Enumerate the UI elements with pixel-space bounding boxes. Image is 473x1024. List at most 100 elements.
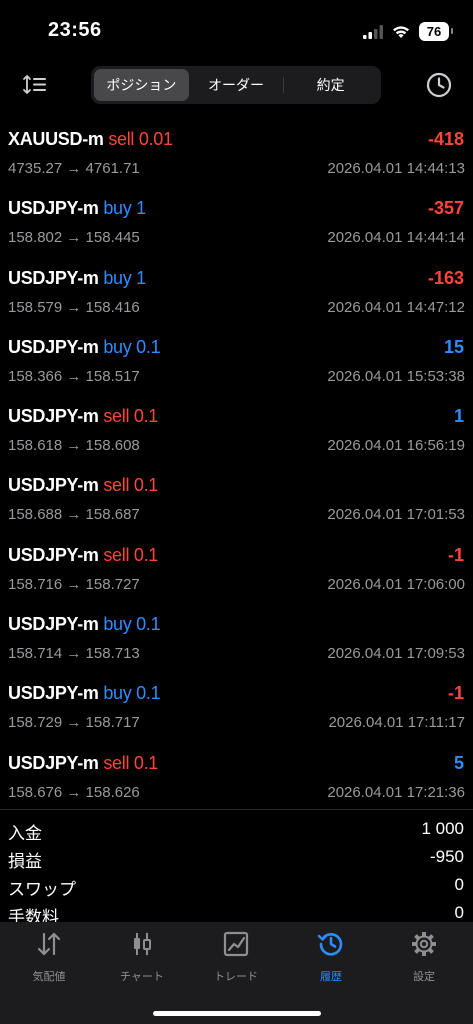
deal-row[interactable]: USDJPY-m buy 0.1 158.714 → 158.713 2026.… — [0, 609, 473, 678]
deal-profit: 1 — [453, 406, 464, 427]
wifi-icon — [393, 26, 409, 38]
home-indicator — [153, 1011, 321, 1016]
deal-prices: 158.676 → 158.626 — [8, 783, 140, 801]
deal-symbol: USDJPY-m — [8, 475, 99, 496]
deal-profit: -1 — [447, 544, 464, 565]
tab-settings[interactable]: 設定 — [377, 930, 471, 984]
history-clock-icon — [317, 932, 343, 956]
summary-divider — [0, 809, 473, 810]
summary-row-swap: スワップ 0 — [0, 871, 473, 899]
deal-symbol-line: USDJPY-m sell 0.1 — [8, 475, 158, 496]
deal-prices: 158.716 → 158.727 — [8, 575, 140, 593]
segment-deals[interactable]: 約定 — [283, 69, 378, 101]
deal-profit: 15 — [443, 336, 464, 357]
deal-side: sell 0.1 — [103, 752, 158, 773]
deal-symbol-line: USDJPY-m buy 0.1 — [8, 683, 161, 704]
gear-icon — [412, 932, 436, 956]
deal-side: buy 1 — [103, 267, 146, 288]
summary-row-deposit: 入金 1 000 — [0, 815, 473, 843]
deal-symbol: XAUUSD-m — [8, 129, 104, 149]
period-clock-icon[interactable] — [425, 71, 453, 99]
deal-row[interactable]: USDJPY-m buy 1 -357 158.802 → 158.445 20… — [0, 193, 473, 262]
tab-chart[interactable]: チャート — [95, 930, 189, 984]
tab-label: 気配値 — [32, 971, 66, 983]
summary-panel: 入金 1 000 損益 -950 スワップ 0 手数料 0 — [0, 815, 473, 927]
summary-value: 1 000 — [421, 819, 464, 838]
history-segmented-control: ポジション オーダー 約定 — [91, 66, 381, 104]
deal-side: buy 0.1 — [103, 683, 161, 704]
deal-prices: 158.714 → 158.713 — [8, 645, 140, 663]
toolbar: ポジション オーダー 約定 — [0, 64, 473, 106]
deal-row[interactable]: USDJPY-m sell 0.1 1 158.618 → 158.608 20… — [0, 401, 473, 470]
tab-label: チャート — [120, 971, 164, 983]
deal-time: 2026.04.01 15:53:38 — [327, 367, 465, 385]
status-time: 23:56 — [48, 19, 102, 41]
tab-label: トレード — [214, 971, 258, 983]
deal-row[interactable]: USDJPY-m buy 0.1 15 158.366 → 158.517 20… — [0, 332, 473, 401]
deal-symbol: USDJPY-m — [8, 406, 99, 427]
sort-icon[interactable] — [22, 72, 48, 98]
deal-symbol-line: USDJPY-m buy 1 — [8, 198, 146, 219]
deal-row[interactable]: USDJPY-m buy 1 -163 158.579 → 158.416 20… — [0, 263, 473, 332]
deal-profit: 5 — [453, 752, 464, 773]
deal-row[interactable]: XAUUSD-m sell 0.01 -418 4735.27 → 4761.7… — [0, 124, 473, 193]
deal-time: 2026.04.01 14:44:14 — [327, 229, 465, 247]
deal-side: buy 0.1 — [103, 336, 161, 357]
deal-row[interactable]: USDJPY-m sell 0.1 158.688 → 158.687 2026… — [0, 470, 473, 539]
deal-time: 2026.04.01 16:56:19 — [327, 437, 465, 455]
deal-symbol-line: USDJPY-m sell 0.1 — [8, 545, 158, 566]
summary-value: -950 — [429, 847, 464, 866]
deal-prices: 4735.27 → 4761.71 — [8, 160, 140, 177]
tab-label: 履歴 — [320, 971, 342, 983]
tab-history[interactable]: 履歴 — [284, 930, 378, 984]
deal-symbol: USDJPY-m — [8, 267, 99, 288]
summary-value: 0 — [454, 875, 464, 894]
summary-value: 0 — [454, 903, 464, 922]
deal-symbol: USDJPY-m — [8, 336, 99, 357]
trade-chart-icon — [223, 931, 249, 957]
tab-trade[interactable]: トレード — [189, 930, 283, 984]
deal-time: 2026.04.01 17:09:53 — [327, 645, 465, 663]
quotes-arrows-icon — [37, 932, 61, 956]
deal-row[interactable]: USDJPY-m buy 0.1 -1 158.729 → 158.717 20… — [0, 678, 473, 747]
deal-prices: 158.688 → 158.687 — [8, 506, 140, 524]
deal-time: 2026.04.01 14:44:13 — [327, 160, 465, 177]
segment-positions[interactable]: ポジション — [94, 69, 189, 101]
deal-symbol-line: USDJPY-m sell 0.1 — [8, 753, 158, 774]
summary-label: 入金 — [8, 824, 42, 843]
deal-profit: -1 — [447, 683, 464, 704]
deal-prices: 158.802 → 158.445 — [8, 229, 140, 247]
summary-row-profit: 損益 -950 — [0, 843, 473, 871]
deal-side: buy 1 — [103, 198, 146, 219]
deal-symbol-line: USDJPY-m buy 1 — [8, 268, 146, 289]
deal-side: sell 0.1 — [103, 475, 158, 496]
deal-prices: 158.729 → 158.717 — [8, 714, 140, 732]
deal-time: 2026.04.01 17:11:17 — [328, 714, 465, 732]
deal-time: 2026.04.01 17:21:36 — [327, 783, 465, 801]
deal-side: buy 0.1 — [103, 614, 161, 635]
deal-time: 2026.04.01 17:06:00 — [327, 575, 465, 593]
deal-row[interactable]: USDJPY-m sell 0.1 -1 158.716 → 158.727 2… — [0, 540, 473, 609]
battery-indicator: 76 — [419, 22, 453, 41]
segment-orders[interactable]: オーダー — [189, 69, 284, 101]
tab-quotes[interactable]: 気配値 — [2, 930, 96, 984]
deal-profit: -357 — [427, 198, 464, 219]
deal-symbol-line: USDJPY-m buy 0.1 — [8, 614, 161, 635]
deal-row[interactable]: USDJPY-m sell 0.1 5 158.676 → 158.626 20… — [0, 748, 473, 817]
deal-side: sell 0.1 — [103, 544, 158, 565]
deal-side: sell 0.01 — [108, 129, 173, 149]
status-icons: 76 — [363, 22, 453, 41]
deal-time: 2026.04.01 14:47:12 — [327, 298, 465, 316]
deal-profit: -163 — [427, 267, 464, 288]
deal-prices: 158.366 → 158.517 — [8, 367, 140, 385]
summary-label: スワップ — [8, 880, 76, 899]
deal-symbol-line: USDJPY-m buy 0.1 — [8, 336, 161, 358]
deal-prices: 158.579 → 158.416 — [8, 298, 140, 316]
deal-symbol: USDJPY-m — [8, 752, 99, 773]
deal-time: 2026.04.01 17:01:53 — [327, 506, 465, 524]
deal-symbol: USDJPY-m — [8, 544, 99, 565]
tab-label: 設定 — [413, 971, 435, 983]
deal-symbol: USDJPY-m — [8, 683, 99, 704]
cellular-signal-icon — [363, 24, 383, 39]
deal-side: sell 0.1 — [103, 406, 158, 427]
